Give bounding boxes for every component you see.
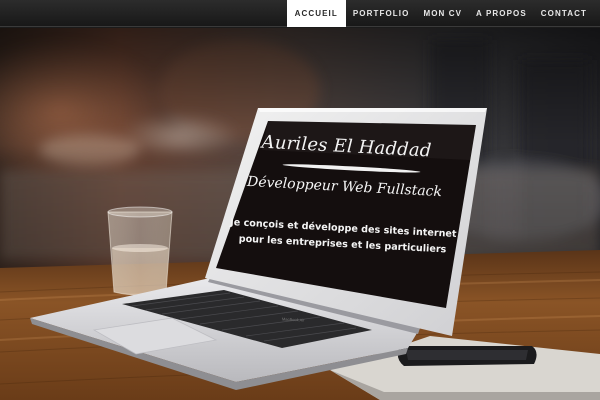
- top-navigation-bar: ACCUEIL PORTFOLIO MON CV A PROPOS CONTAC…: [0, 0, 600, 27]
- main-menu: ACCUEIL PORTFOLIO MON CV A PROPOS CONTAC…: [286, 0, 600, 27]
- name-underline-divider: [282, 162, 421, 174]
- nav-item-a-propos[interactable]: A PROPOS: [469, 0, 534, 27]
- water-glass-image: [107, 206, 173, 296]
- nav-item-contact[interactable]: CONTACT: [534, 0, 600, 27]
- nav-item-accueil[interactable]: ACCUEIL: [286, 0, 346, 27]
- nav-item-portfolio[interactable]: PORTFOLIO: [346, 0, 417, 27]
- hero-banner: Auriles El Haddad Développeur Web Fullst…: [0, 28, 600, 400]
- nav-item-mon-cv[interactable]: MON CV: [416, 0, 469, 27]
- tagline: Je conçois et développe des sites intern…: [226, 215, 459, 259]
- laptop-screen-content: Auriles El Haddad Développeur Web Fullst…: [217, 120, 468, 312]
- owner-name-heading: Auriles El Haddad: [261, 131, 433, 162]
- job-title: Développeur Web Fullstack: [246, 173, 443, 201]
